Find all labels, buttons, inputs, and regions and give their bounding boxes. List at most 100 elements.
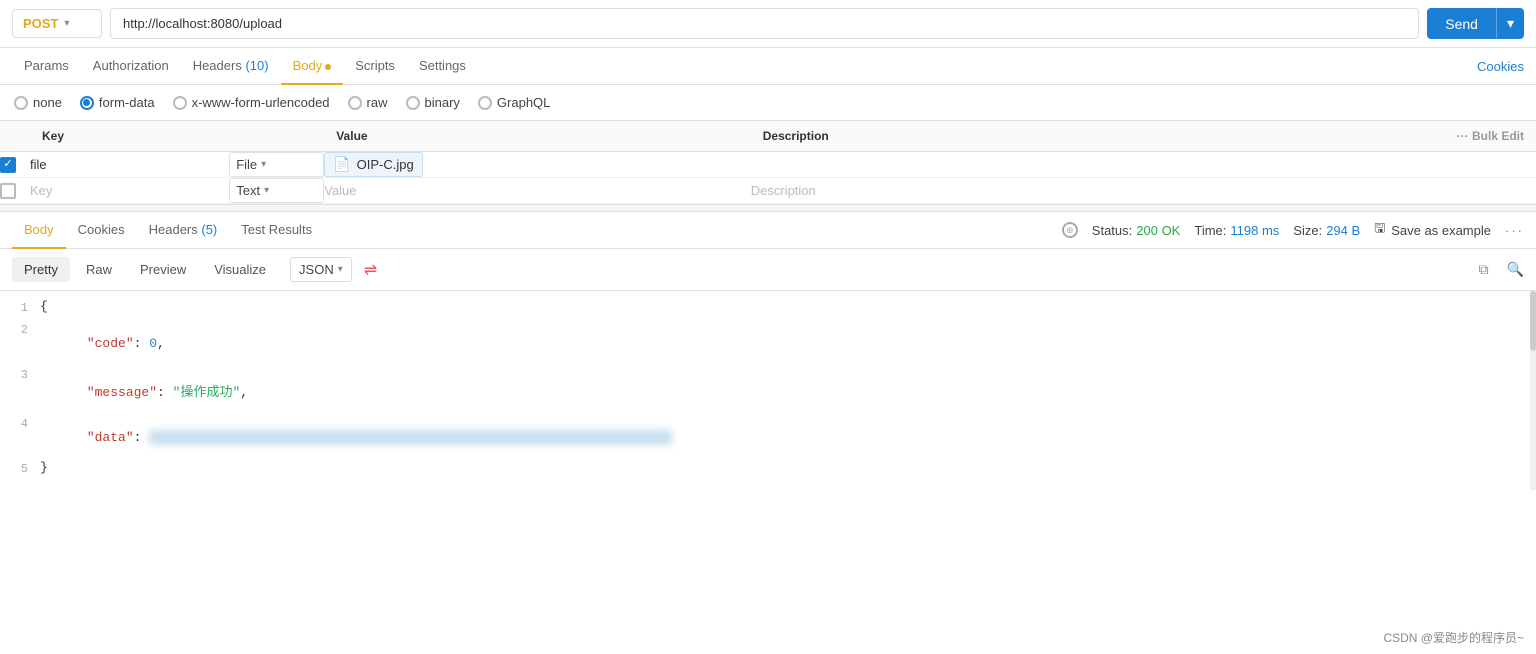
radio-none-label: none [33,95,62,110]
row2-key-placeholder: Key [30,183,52,198]
format-bar: Pretty Raw Preview Visualize JSON ▾ ⇌ ⧉ … [0,249,1536,291]
code-line-3: 3 "message": "操作成功", [0,366,1536,415]
code-val-code: 0 [149,336,157,351]
save-icon: 🖫 [1374,219,1385,241]
vertical-scrollbar[interactable] [1530,291,1536,490]
response-tab-headers[interactable]: Headers (5) [137,212,230,249]
code-key-code: "code" [87,336,134,351]
row2-value-cell[interactable]: Value [324,178,751,204]
row1-empty-cell [1140,152,1536,178]
radio-binary-label: binary [425,95,460,110]
row2-type-cell[interactable]: Text ▾ [229,178,324,204]
row2-type-select[interactable]: Text ▾ [229,178,324,203]
row1-type-select[interactable]: File ▾ [229,152,324,177]
radio-binary[interactable]: binary [406,95,460,110]
response-tabs-row: Body Cookies Headers (5) Test Results ⊕ … [0,212,1536,249]
status-label: Status: [1092,223,1132,238]
response-tab-body[interactable]: Body [12,212,66,249]
format-tab-pretty[interactable]: Pretty [12,257,70,282]
status-value: 200 OK [1136,223,1180,238]
time-label: Time: [1194,223,1226,238]
response-headers-badge: (5) [201,222,217,237]
tab-authorization[interactable]: Authorization [81,48,181,85]
save-example-button[interactable]: 🖫 Save as example [1374,219,1491,241]
top-bar: POST ▾ Send ▾ [0,0,1536,48]
line-content-5: } [40,460,1536,475]
code-line-2: 2 "code": 0, [0,321,1536,366]
th-description: Description [751,121,1141,152]
scrollbar-thumb[interactable] [1530,291,1536,351]
response-tab-cookies[interactable]: Cookies [66,212,137,249]
code-line-1: 1 { [0,299,1536,321]
radio-form-data-circle [80,96,94,110]
status-item: Status: 200 OK [1092,223,1181,238]
main-tabs-row: Params Authorization Headers (10) Body S… [0,48,1536,85]
watermark: CSDN @爱跑步的程序员~ [1383,629,1524,646]
radio-graphql-circle [478,96,492,110]
cookies-link[interactable]: Cookies [1477,59,1524,74]
row2-type-label: Text [236,183,260,198]
th-type [229,121,324,152]
search-icon[interactable]: 🔍 [1507,261,1524,278]
radio-binary-circle [406,96,420,110]
file-icon: 📄 [333,156,350,173]
method-select[interactable]: POST ▾ [12,9,102,38]
radio-graphql[interactable]: GraphQL [478,95,550,110]
radio-urlencoded[interactable]: x-www-form-urlencoded [173,95,330,110]
format-tab-raw[interactable]: Raw [74,257,124,282]
radio-none[interactable]: none [14,95,62,110]
send-button[interactable]: Send ▾ [1427,8,1524,39]
body-type-row: none form-data x-www-form-urlencoded raw… [0,85,1536,121]
line-num-4: 4 [0,415,40,431]
radio-urlencoded-label: x-www-form-urlencoded [192,95,330,110]
th-key: Key [30,121,229,152]
line-content-2: "code": 0, [40,321,1536,366]
tab-settings[interactable]: Settings [407,48,478,85]
format-tab-visualize[interactable]: Visualize [202,257,278,282]
headers-badge: (10) [245,58,268,73]
row1-value-cell[interactable]: 📄 OIP-C.jpg [324,152,751,178]
radio-raw[interactable]: raw [348,95,388,110]
line-content-3: "message": "操作成功", [40,366,1536,415]
row1-type-cell[interactable]: File ▾ [229,152,324,178]
code-area: 1 { 2 "code": 0, 3 "message": "操作成功", 4 … [0,291,1536,490]
row2-key-cell[interactable]: Key [30,178,229,204]
row1-key-value: file [30,157,47,172]
format-tab-preview[interactable]: Preview [128,257,198,282]
wrap-icon[interactable]: ⇌ [364,260,377,280]
code-val-data-blurred: ■■■■■■■■■■■■■■■■■■■■■■■■■■■■■■■■■■■■■■■■… [149,430,672,445]
code-line-5: 5 } [0,460,1536,482]
row1-desc-cell[interactable] [751,152,1141,178]
tab-body[interactable]: Body [281,48,344,85]
tab-scripts[interactable]: Scripts [343,48,407,85]
section-divider [0,204,1536,212]
row1-file-badge: 📄 OIP-C.jpg [324,152,423,177]
format-type-select[interactable]: JSON ▾ [290,257,352,282]
radio-graphql-label: GraphQL [497,95,550,110]
row2-checkbox-cell[interactable] [0,178,30,204]
more-options-icon[interactable]: ··· [1505,223,1524,238]
send-arrow-icon[interactable]: ▾ [1496,8,1524,39]
radio-form-data[interactable]: form-data [80,95,155,110]
body-dot-icon [325,64,331,70]
response-tab-test-results[interactable]: Test Results [229,212,324,249]
tab-params[interactable]: Params [12,48,81,85]
row1-key-cell[interactable]: file [30,152,229,178]
code-key-message: "message" [87,385,157,400]
radio-raw-label: raw [367,95,388,110]
row2-desc-cell[interactable]: Description [751,178,1141,204]
url-input[interactable] [110,8,1419,39]
row2-checkbox[interactable] [0,183,16,199]
row2-desc-placeholder: Description [751,183,816,198]
tab-headers[interactable]: Headers (10) [181,48,281,85]
radio-raw-circle [348,96,362,110]
method-label: POST [23,16,58,31]
method-chevron-icon: ▾ [64,18,69,29]
row1-checkbox[interactable] [0,157,16,173]
th-bulk-edit[interactable]: ··· Bulk Edit [1140,121,1536,152]
copy-icon[interactable]: ⧉ [1479,261,1489,278]
globe-icon: ⊕ [1062,222,1078,238]
row1-checkbox-cell[interactable] [0,152,30,178]
line-num-3: 3 [0,366,40,382]
time-value: 1198 ms [1230,223,1279,238]
